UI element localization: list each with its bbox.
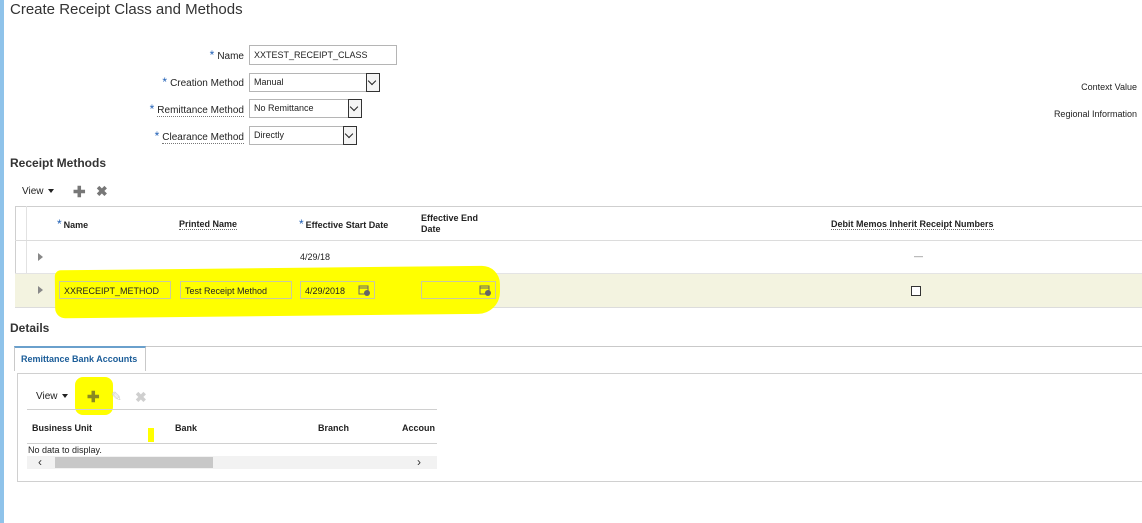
x-icon: ✖	[135, 389, 147, 405]
triangle-right-icon[interactable]	[38, 253, 43, 261]
x-icon[interactable]: ✖	[96, 183, 108, 200]
col-account-header: Accoun	[402, 423, 436, 433]
method-name-input[interactable]: XXRECEIPT_METHOD	[59, 281, 171, 299]
plus-icon[interactable]: ✚	[87, 388, 100, 406]
triangle-right-icon[interactable]	[38, 286, 43, 294]
scrollbar-thumb[interactable]	[55, 457, 213, 468]
remittance-method-label: * Remittance Method	[149, 102, 244, 117]
chevron-left-icon[interactable]: ‹	[38, 455, 42, 469]
receipt-methods-heading: Receipt Methods	[10, 156, 107, 170]
bank-table-header-line	[27, 443, 437, 444]
calendar-icon[interactable]	[479, 284, 492, 297]
col-debit-memos-header: Debit Memos Inherit Receipt Numbers	[831, 219, 994, 230]
printed-name-input[interactable]: Test Receipt Method	[180, 281, 292, 299]
details-heading: Details	[10, 321, 50, 335]
col-business-unit-header: Business Unit	[32, 423, 93, 433]
creation-method-select[interactable]: Manual	[249, 73, 380, 92]
bank-table-top	[27, 409, 437, 410]
name-label: * Name	[209, 48, 244, 62]
clearance-method-label: * Clearance Method	[154, 129, 244, 144]
highlight-mark	[148, 428, 154, 442]
col-bank-header: Bank	[175, 423, 198, 433]
row1-start-date: 4/29/18	[300, 252, 331, 262]
regional-information-label: Regional Information	[1053, 109, 1137, 119]
debit-memos-checkbox[interactable]	[911, 286, 921, 296]
view-menu[interactable]: View	[22, 186, 54, 197]
chevron-right-icon[interactable]: ›	[417, 455, 421, 469]
empty-table-message: No data to display.	[28, 445, 102, 455]
page-title: Create Receipt Class and Methods	[10, 1, 243, 18]
caret-down-icon	[47, 189, 54, 194]
name-input[interactable]: XXTEST_RECEIPT_CLASS	[249, 45, 397, 65]
chevron-down-icon[interactable]	[343, 126, 357, 145]
clearance-method-select[interactable]: Directly	[249, 126, 357, 145]
chevron-down-icon[interactable]	[366, 73, 380, 92]
table-header-divider	[15, 240, 1142, 241]
col-start-date-header: * Effective Start Date	[299, 217, 389, 231]
left-accent-bar	[0, 0, 4, 523]
plus-icon[interactable]: ✚	[73, 183, 86, 201]
caret-down-icon	[61, 394, 68, 399]
tab-strip-line	[145, 346, 1142, 347]
pencil-icon: ✎	[111, 389, 122, 404]
col-name-header: * Name	[57, 217, 89, 231]
row1-debit-memos: —	[914, 251, 923, 261]
view-menu[interactable]: View	[36, 391, 68, 402]
calendar-icon[interactable]	[358, 284, 371, 297]
remittance-method-select[interactable]: No Remittance	[249, 99, 362, 118]
col-branch-header: Branch	[318, 423, 350, 433]
tab-remittance-bank-accounts[interactable]: Remittance Bank Accounts	[14, 346, 146, 371]
creation-method-label: * Creation Method	[162, 75, 244, 89]
col-printed-name-header: Printed Name	[179, 219, 238, 230]
context-value-label: Context Value	[1081, 82, 1137, 92]
col-end-date-header: Effective End Date	[421, 213, 479, 234]
chevron-down-icon[interactable]	[348, 99, 362, 118]
